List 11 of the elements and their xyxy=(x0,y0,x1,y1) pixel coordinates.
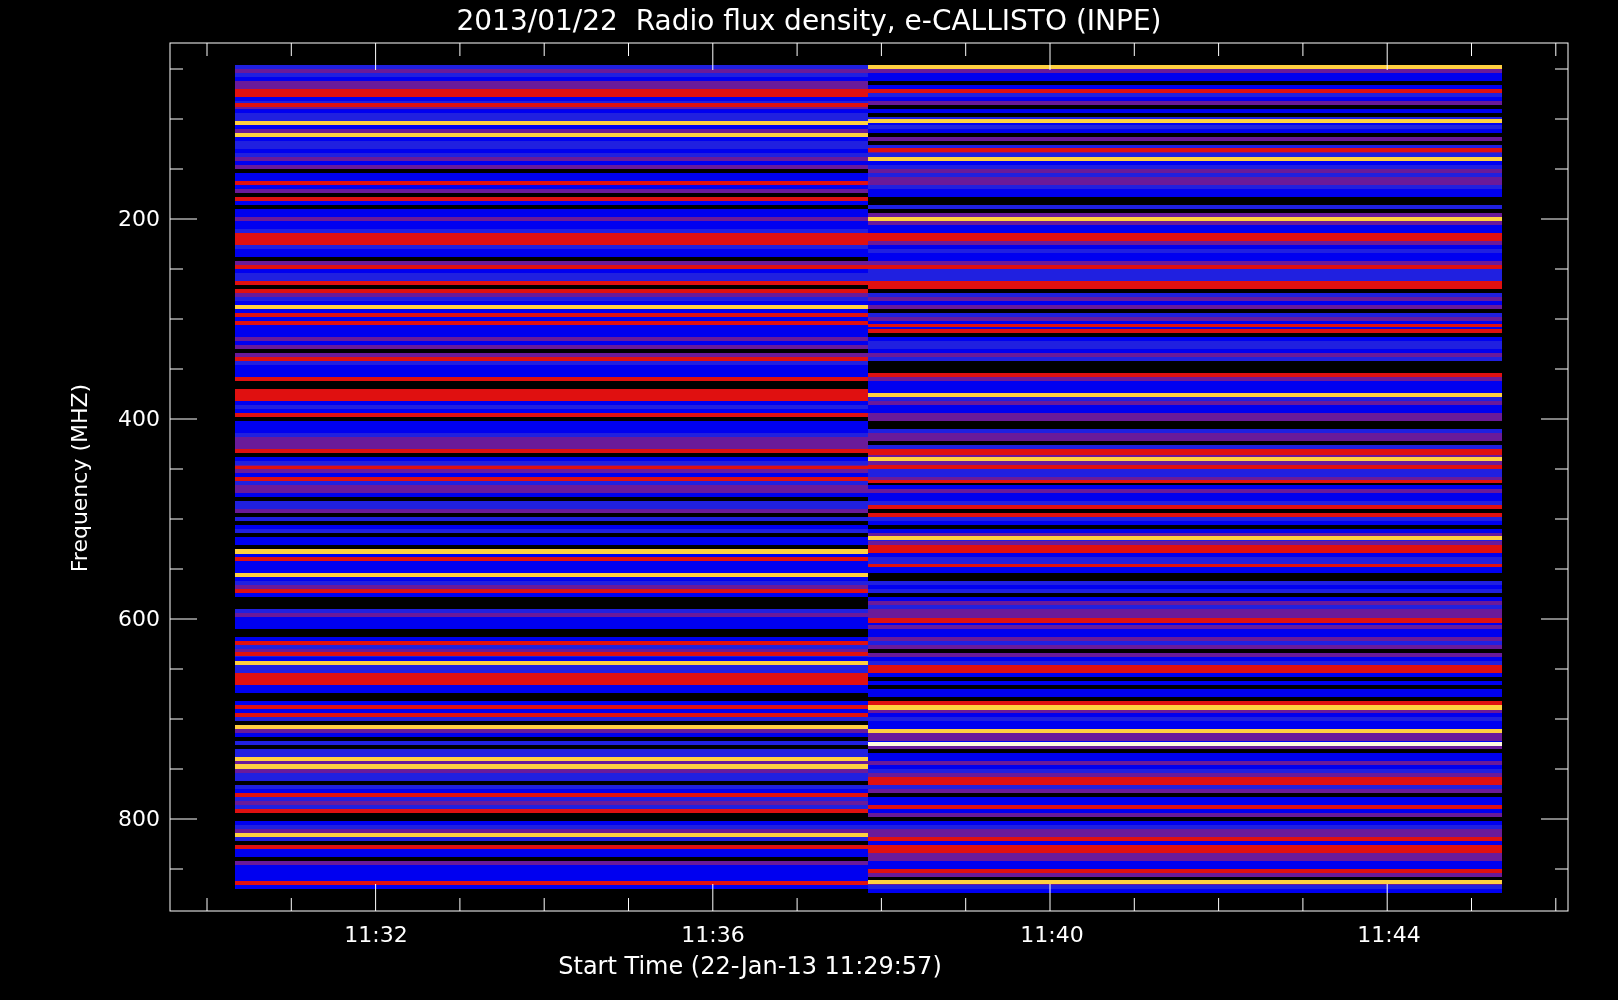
x-axis-label: Start Time (22-Jan-13 11:29:57) xyxy=(557,951,943,981)
y-tick-label: 400 xyxy=(117,406,160,432)
y-tick-label: 800 xyxy=(117,806,160,832)
x-tick-label: 11:44 xyxy=(1356,922,1422,948)
y-tick-label: 200 xyxy=(117,206,160,232)
plot-title: 2013/01/22 Radio flux density, e-CALLISTO (INPE) xyxy=(455,3,1163,39)
x-tick-label: 11:40 xyxy=(1019,922,1085,948)
x-tick-label: 11:36 xyxy=(680,922,746,948)
y-tick-label: 600 xyxy=(117,606,160,632)
y-axis-label: Frequency (MHZ) xyxy=(67,382,93,575)
x-tick-label: 11:32 xyxy=(343,922,409,948)
